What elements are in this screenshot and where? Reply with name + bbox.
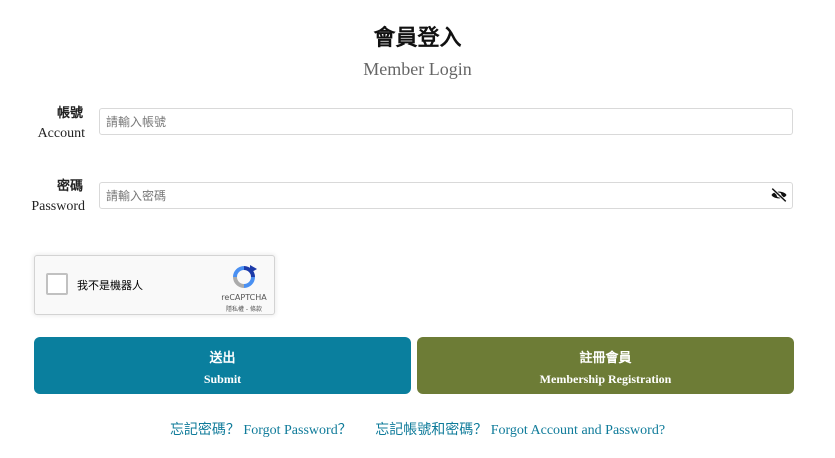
submit-label-zh: 送出: [209, 350, 236, 366]
password-label-zh: 密碼: [56, 179, 83, 194]
page-title: 會員登入: [373, 26, 462, 51]
submit-label-en: Submit: [203, 371, 242, 386]
page-subtitle: Member Login: [363, 59, 472, 79]
eye-slash-icon[interactable]: [770, 187, 788, 203]
help-links: 忘記密碼？ Forgot Password？ 忘記帳號和密碼？ Forgot A…: [0, 419, 835, 439]
register-label-zh: 註冊會員: [579, 350, 632, 366]
account-label-en: Account: [37, 126, 85, 141]
submit-button[interactable]: 送出 Submit: [34, 337, 411, 394]
recaptcha-links[interactable]: 隱私權 - 條款: [213, 304, 275, 313]
register-label-en: Membership Registration: [539, 371, 672, 386]
recaptcha-widget: 我不是機器人 reCAPTCHA 隱私權 - 條款: [34, 255, 275, 315]
recaptcha-logo-icon: [233, 265, 257, 288]
account-input[interactable]: [99, 108, 793, 135]
forgot-password-link[interactable]: 忘記密碼？ Forgot Password？: [170, 423, 352, 438]
recaptcha-label: 我不是機器人: [77, 279, 143, 292]
recaptcha-brand: reCAPTCHA: [221, 293, 267, 302]
account-label-zh: 帳號: [56, 106, 83, 121]
password-label: 密碼 Password: [0, 177, 95, 217]
forgot-account-link[interactable]: 忘記帳號和密碼？ Forgot Account and Password?: [375, 423, 665, 438]
password-input[interactable]: [99, 182, 793, 209]
recaptcha-checkbox[interactable]: [46, 273, 68, 295]
register-button[interactable]: 註冊會員 Membership Registration: [417, 337, 794, 394]
password-label-en: Password: [31, 199, 85, 214]
account-label: 帳號 Account: [0, 104, 95, 144]
